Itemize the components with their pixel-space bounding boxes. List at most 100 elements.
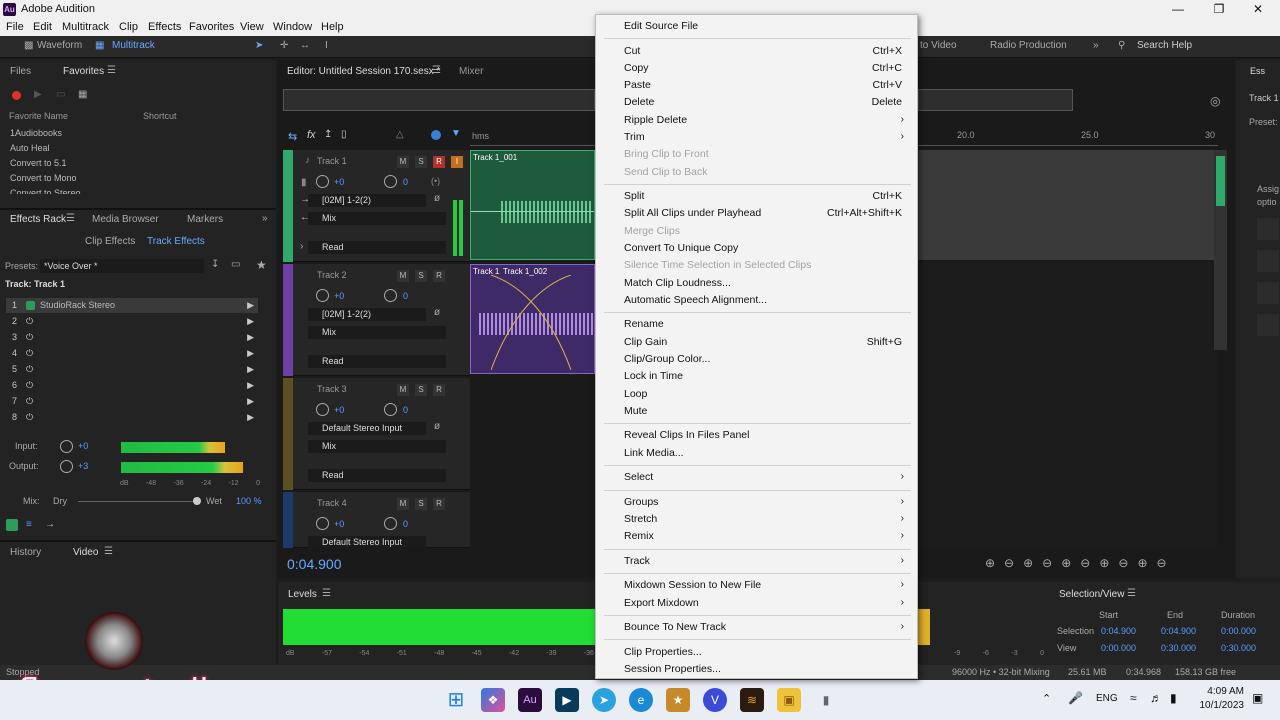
mute-button[interactable]: M: [397, 270, 409, 282]
volume-icon[interactable]: ♬: [1150, 691, 1162, 705]
zoom-target-icon[interactable]: ◎: [1210, 94, 1220, 108]
solo-button[interactable]: S: [415, 498, 427, 510]
automation-mode-select[interactable]: Read: [308, 355, 446, 368]
assign-button[interactable]: [1257, 314, 1279, 336]
view-duration[interactable]: 0:30.000: [1221, 643, 1256, 653]
volume-knob[interactable]: [316, 403, 329, 416]
menu-item-select[interactable]: Select ›: [624, 469, 904, 485]
effect-slot[interactable]: 6 ⏻ ▶: [6, 377, 258, 393]
editor-tab[interactable]: Editor: Untitled Session 170.sesx *: [287, 66, 440, 77]
tab-files[interactable]: Files: [10, 66, 31, 77]
search-help-input[interactable]: Search Help: [1137, 40, 1192, 51]
track-name[interactable]: Track 3: [317, 384, 347, 394]
record-arm-button[interactable]: R: [433, 498, 445, 510]
track-lane[interactable]: [918, 150, 1218, 260]
menu-item-automatic-speech-alignment[interactable]: Automatic Speech Alignment...: [624, 292, 904, 308]
effect-slot[interactable]: 8 ⏻ ▶: [6, 409, 258, 425]
tab-markers[interactable]: Markers: [187, 214, 223, 225]
phase-icon[interactable]: ø: [434, 307, 440, 318]
tab-favorites[interactable]: Favorites: [63, 66, 104, 77]
track-input-select[interactable]: Default Stereo Input: [308, 536, 426, 548]
menu-item-rename[interactable]: Rename: [624, 316, 904, 332]
selection-duration[interactable]: 0:00.000: [1221, 626, 1256, 636]
audio-clip[interactable]: Track 1 Track 1_002: [470, 264, 595, 374]
view-end[interactable]: 0:30.000: [1161, 643, 1196, 653]
audio-app-icon[interactable]: ≋: [740, 688, 764, 712]
track-header[interactable]: Track 3 M S R +0 0 Default Stereo Input …: [283, 378, 470, 490]
automation-mode-select[interactable]: Read: [308, 241, 446, 254]
menu-item-cut[interactable]: Cut Ctrl+X: [624, 43, 904, 59]
delete-preset-icon[interactable]: ▭: [231, 259, 240, 270]
menu-file[interactable]: File: [6, 21, 24, 33]
volume-value[interactable]: +0: [334, 405, 344, 415]
menu-item-session-properties[interactable]: Session Properties...: [624, 661, 904, 677]
volume-value[interactable]: +0: [334, 519, 344, 529]
audio-clip[interactable]: Track 1_001: [470, 150, 595, 260]
phase-icon[interactable]: ø: [434, 421, 440, 432]
record-icon[interactable]: [12, 91, 21, 100]
menu-item-mute[interactable]: Mute: [624, 403, 904, 419]
input-value[interactable]: +0: [78, 441, 88, 451]
menu-item-ripple-delete[interactable]: Ripple Delete ›: [624, 112, 904, 128]
track-name[interactable]: Track 4: [317, 498, 347, 508]
panel-menu-icon[interactable]: ☰: [66, 213, 75, 224]
levels-icon[interactable]: ▯: [341, 129, 347, 140]
assign-button[interactable]: [1257, 218, 1279, 240]
maximize-icon[interactable]: ❐: [1211, 2, 1227, 17]
mix-slider[interactable]: [78, 501, 198, 502]
track-output-select[interactable]: Mix: [308, 440, 446, 453]
scrollbar-thumb[interactable]: [1216, 156, 1225, 206]
track-input-select[interactable]: [02M] 1-2(2): [308, 194, 426, 207]
multitrack-button[interactable]: Multitrack: [112, 40, 155, 51]
effect-slot[interactable]: 1 StudioRack Stereo ▶: [6, 298, 258, 313]
waveform-button[interactable]: Waveform: [37, 40, 82, 51]
pan-value[interactable]: 0: [403, 291, 408, 301]
volume-knob[interactable]: [316, 517, 329, 530]
record-arm-button[interactable]: R: [433, 156, 445, 168]
wet-value[interactable]: 100 %: [236, 496, 262, 506]
output-knob[interactable]: [60, 460, 73, 473]
track-header[interactable]: Track 2 M S R +0 0 [02M] 1-2(2) ø Mix Re…: [283, 264, 470, 376]
selection-end[interactable]: 0:04.900: [1161, 626, 1196, 636]
track-output-select[interactable]: Mix: [308, 326, 446, 339]
menu-item-clip-group-color[interactable]: Clip/Group Color...: [624, 351, 904, 367]
notification-icon[interactable]: ▣: [1252, 691, 1263, 705]
menu-item-clip-properties[interactable]: Clip Properties...: [624, 644, 904, 660]
chevron-up-icon[interactable]: ⌃: [1042, 692, 1051, 705]
menu-multitrack[interactable]: Multitrack: [62, 21, 109, 33]
tab-history[interactable]: History: [10, 547, 41, 558]
eq-icon[interactable]: ↥: [324, 129, 332, 140]
effect-slot[interactable]: 4 ⏻ ▶: [6, 345, 258, 361]
media-app-icon[interactable]: ▶: [555, 688, 579, 712]
mixer-tab[interactable]: Mixer: [459, 66, 483, 77]
more-workspaces-icon[interactable]: »: [1093, 40, 1099, 51]
menu-effects[interactable]: Effects: [148, 21, 181, 33]
favorite-star-icon[interactable]: ★: [256, 258, 267, 272]
microphone-icon[interactable]: 🎤: [1068, 691, 1083, 705]
view-start[interactable]: 0:00.000: [1101, 643, 1136, 653]
save-preset-icon[interactable]: ↧: [211, 259, 219, 270]
track-input-select[interactable]: Default Stereo Input: [308, 422, 426, 435]
menu-clip[interactable]: Clip: [119, 21, 138, 33]
pan-value[interactable]: 0: [403, 177, 408, 187]
tab-media-browser[interactable]: Media Browser: [92, 214, 159, 225]
volume-knob[interactable]: [316, 175, 329, 188]
app-icon[interactable]: ★: [666, 688, 690, 712]
overview-bar[interactable]: [283, 89, 595, 111]
effect-slot[interactable]: 5 ⏻ ▶: [6, 361, 258, 377]
start-icon[interactable]: ⊞: [444, 688, 468, 712]
power-icon[interactable]: [6, 519, 18, 531]
panel-menu-icon[interactable]: ☰: [322, 588, 331, 599]
tab-essential-sound[interactable]: Ess: [1250, 66, 1265, 76]
toggle-send-icon[interactable]: ⇆: [288, 130, 297, 143]
list-item[interactable]: Convert to Mono: [0, 171, 262, 186]
menu-item-convert-to-unique-copy[interactable]: Convert To Unique Copy: [624, 240, 904, 256]
effect-slot[interactable]: 3 ⏻ ▶: [6, 329, 258, 345]
menu-window[interactable]: Window: [273, 21, 312, 33]
menu-item-export-mixdown[interactable]: Export Mixdown ›: [624, 595, 904, 611]
edge-icon[interactable]: e: [629, 688, 653, 712]
metronome-icon[interactable]: △: [396, 129, 404, 140]
razor-tool-icon[interactable]: ✛: [280, 40, 288, 51]
battery-icon[interactable]: ▮: [1170, 691, 1177, 705]
list-item[interactable]: Convert to 5.1: [0, 156, 262, 171]
